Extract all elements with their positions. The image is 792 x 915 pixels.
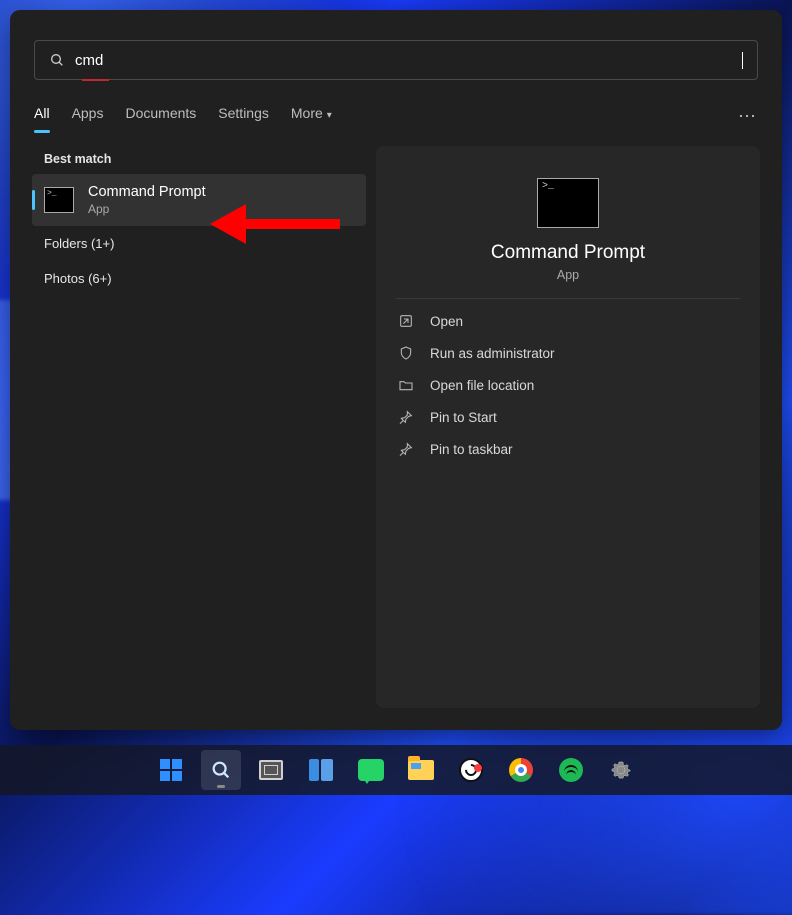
- results-list: Best match Command Prompt App Folders (1…: [10, 142, 366, 730]
- action-label: Open: [430, 314, 463, 329]
- action-label: Pin to Start: [430, 410, 497, 425]
- preview-subtitle: App: [376, 268, 760, 282]
- shield-icon: [398, 345, 414, 361]
- taskbar-search-button[interactable]: [201, 750, 241, 790]
- category-photos[interactable]: Photos (6+): [32, 261, 366, 296]
- result-title: Command Prompt: [88, 184, 206, 200]
- result-command-prompt[interactable]: Command Prompt App: [32, 174, 366, 226]
- search-input[interactable]: [75, 52, 741, 69]
- action-label: Run as administrator: [430, 346, 555, 361]
- tab-more-label: More: [291, 105, 323, 121]
- folder-icon: [398, 377, 414, 393]
- action-pin-taskbar[interactable]: Pin to taskbar: [390, 433, 746, 465]
- taskbar-taskview-button[interactable]: [251, 750, 291, 790]
- filter-tabs: All Apps Documents Settings More ▾ ⋯: [10, 81, 782, 134]
- category-folders[interactable]: Folders (1+): [32, 226, 366, 261]
- start-search-panel: All Apps Documents Settings More ▾ ⋯ Best…: [10, 10, 782, 730]
- taskbar-file-explorer-icon[interactable]: [401, 750, 441, 790]
- preview-header: Command Prompt App: [376, 160, 760, 298]
- taskbar-chrome-icon[interactable]: [501, 750, 541, 790]
- chevron-down-icon: ▾: [327, 110, 332, 121]
- action-open-location[interactable]: Open file location: [390, 369, 746, 401]
- search-box[interactable]: [34, 40, 758, 80]
- tab-apps[interactable]: Apps: [72, 99, 104, 133]
- overflow-menu-button[interactable]: ⋯: [738, 106, 758, 127]
- result-subtitle: App: [88, 202, 206, 216]
- taskbar-grammarly-icon[interactable]: [451, 750, 491, 790]
- taskbar-spotify-icon[interactable]: [551, 750, 591, 790]
- open-icon: [398, 313, 414, 329]
- action-pin-start[interactable]: Pin to Start: [390, 401, 746, 433]
- tab-documents[interactable]: Documents: [125, 99, 196, 133]
- taskbar: [0, 745, 792, 795]
- tab-more[interactable]: More ▾: [291, 99, 332, 133]
- action-label: Open file location: [430, 378, 534, 393]
- taskbar-settings-icon[interactable]: [601, 750, 641, 790]
- text-caret: [742, 52, 743, 69]
- search-input-wrapper: [65, 52, 743, 69]
- action-run-admin[interactable]: Run as administrator: [390, 337, 746, 369]
- tab-all[interactable]: All: [34, 99, 50, 133]
- pin-icon: [398, 409, 414, 425]
- preview-pane: Command Prompt App Open Run as administr…: [376, 146, 760, 708]
- pin-icon: [398, 441, 414, 457]
- results-columns: Best match Command Prompt App Folders (1…: [10, 134, 782, 730]
- taskbar-start-button[interactable]: [151, 750, 191, 790]
- preview-actions: Open Run as administrator Open file loca…: [376, 299, 760, 471]
- taskbar-whatsapp-icon[interactable]: [351, 750, 391, 790]
- action-open[interactable]: Open: [390, 305, 746, 337]
- command-prompt-icon: [44, 187, 74, 213]
- command-prompt-icon: [537, 178, 599, 228]
- search-row: [10, 10, 782, 81]
- action-label: Pin to taskbar: [430, 442, 513, 457]
- taskbar-widgets-button[interactable]: [301, 750, 341, 790]
- tab-settings[interactable]: Settings: [218, 99, 269, 133]
- preview-title: Command Prompt: [376, 242, 760, 264]
- search-icon: [49, 52, 65, 68]
- best-match-label: Best match: [32, 142, 366, 174]
